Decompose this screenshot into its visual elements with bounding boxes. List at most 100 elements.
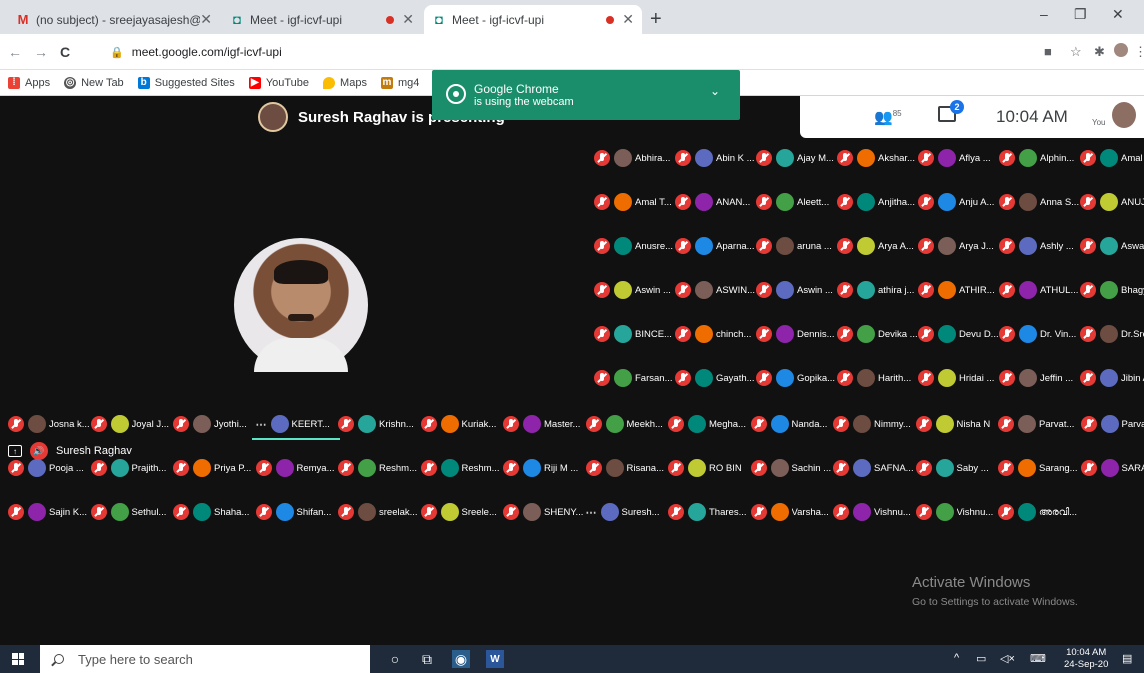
bookmark-new-tab[interactable]: ◎ New Tab <box>64 76 124 89</box>
participant-tile[interactable]: chinch... <box>675 324 751 344</box>
participant-tile[interactable]: Aleett... <box>756 192 829 212</box>
taskbar-clock[interactable]: 10:04 AM 24-Sep-20 <box>1064 647 1108 671</box>
participant-tile[interactable]: aruna ... <box>756 236 832 256</box>
participant-tile[interactable]: Hridai ... <box>918 368 994 388</box>
close-window-button[interactable]: ✕ <box>1112 6 1124 23</box>
participant-tile[interactable]: Gayath... <box>675 368 755 388</box>
participant-tile[interactable]: Arya A... <box>837 236 914 256</box>
participant-tile[interactable]: Sachin ... <box>750 458 831 478</box>
participant-tile[interactable]: Risana... <box>585 458 664 478</box>
notifications-icon[interactable]: ▤ <box>1122 652 1132 665</box>
participant-tile[interactable]: Josna k... <box>8 414 90 434</box>
menu-icon[interactable]: ⋮ <box>1134 44 1144 60</box>
participant-tile[interactable]: Amal T... <box>594 192 672 212</box>
participant-tile[interactable]: Sethul... <box>90 502 166 522</box>
participant-tile[interactable]: Shifan... <box>255 502 331 522</box>
windows-start-icon[interactable] <box>12 653 24 665</box>
bookmark-apps[interactable]: ⁞ Apps <box>8 76 50 89</box>
bookmark-suggested-sites[interactable]: b Suggested Sites <box>137 76 235 89</box>
camera-icon[interactable]: ■ <box>1044 44 1052 59</box>
participant-tile[interactable]: Devu D... <box>918 324 999 344</box>
keyboard-icon[interactable]: ⌨ <box>1030 652 1046 665</box>
participant-tile[interactable]: Dr.Sree <box>1080 324 1144 344</box>
participant-tile[interactable]: Meekh... <box>585 414 663 434</box>
participant-tile[interactable]: Joyal J... <box>90 414 169 434</box>
participant-tile[interactable]: Abin K ... <box>675 148 755 168</box>
taskbar-search[interactable]: Type here to search <box>40 645 370 673</box>
participant-tile[interactable]: Shaha... <box>173 502 249 522</box>
tray-chevron-icon[interactable]: ^ <box>954 652 959 664</box>
extensions-icon[interactable]: ✱ <box>1094 44 1105 60</box>
minimize-button[interactable]: – <box>1040 6 1048 22</box>
task-view-icon[interactable]: ⧉ <box>418 650 436 668</box>
participant-tile[interactable]: Sarang... <box>998 458 1078 478</box>
participant-tile[interactable]: Reshm... <box>338 458 417 478</box>
participant-tile[interactable]: Nanda... <box>750 414 827 434</box>
participant-tile[interactable]: Devika ... <box>837 324 918 344</box>
battery-icon[interactable]: ▭ <box>976 652 986 665</box>
participant-tile[interactable]: Jeffin ... <box>999 368 1073 388</box>
participant-tile[interactable]: ATHUL... <box>999 280 1078 300</box>
participant-tile[interactable]: Sajin K... <box>8 502 87 522</box>
participant-tile[interactable]: Aflya ... <box>918 148 991 168</box>
self-avatar[interactable] <box>1112 102 1136 128</box>
participant-tile[interactable]: Anna S... <box>999 192 1079 212</box>
participant-tile[interactable]: Anusre... <box>594 236 673 256</box>
participant-tile[interactable]: Prajith... <box>90 458 166 478</box>
chrome-taskbar-icon[interactable]: ◉ <box>452 650 470 668</box>
bookmark-mg4[interactable]: m mg4 <box>380 76 419 89</box>
participant-tile[interactable]: Jibin A <box>1080 368 1144 388</box>
participant-tile[interactable]: ATHIR... <box>918 280 995 300</box>
reload-button[interactable]: C <box>60 44 70 60</box>
more-options-icon[interactable]: ⋯ <box>586 506 597 519</box>
participant-tile[interactable]: Aswin ... <box>594 280 671 300</box>
participant-tile[interactable]: Varsha... <box>750 502 829 522</box>
participant-tile[interactable]: Dennis... <box>756 324 835 344</box>
participant-tile[interactable]: Thares... <box>668 502 747 522</box>
participant-tile[interactable]: Ashly ... <box>999 236 1074 256</box>
maximize-button[interactable]: ❐ <box>1074 6 1087 23</box>
participant-tile[interactable]: ASWIN... <box>675 280 755 300</box>
chevron-down-icon[interactable]: ⌄ <box>710 84 720 98</box>
participant-tile[interactable]: Riji M ... <box>503 458 578 478</box>
word-taskbar-icon[interactable]: W <box>486 650 504 668</box>
participant-tile[interactable]: Ajay M... <box>756 148 834 168</box>
participant-tile[interactable]: Anjitha... <box>837 192 915 212</box>
tab-gmail[interactable]: M (no subject) - sreejayasajesh@gr ✕ <box>8 5 220 34</box>
forward-button[interactable]: → <box>34 44 48 60</box>
address-bar[interactable]: 🔒 meet.google.com/igf-icvf-upi <box>110 40 1010 64</box>
bookmark-maps[interactable]: Maps <box>323 76 367 89</box>
participant-tile[interactable]: ⋯ KEERT... <box>251 414 341 440</box>
participant-tile[interactable]: Nisha N <box>915 414 990 434</box>
tab-meet-2[interactable]: ◘ Meet - igf-icvf-upi ✕ <box>424 5 642 34</box>
participant-tile[interactable]: Kuriak... <box>420 414 496 434</box>
star-icon[interactable]: ☆ <box>1070 44 1082 60</box>
participant-tile[interactable]: Alphin... <box>999 148 1074 168</box>
participant-tile[interactable]: ⋯ Suresh... <box>586 502 660 522</box>
bookmark-youtube[interactable]: ▶ YouTube <box>248 76 309 89</box>
close-icon[interactable]: ✕ <box>200 11 212 28</box>
participant-tile[interactable]: അരവി... <box>998 502 1077 522</box>
participant-tile[interactable]: ANAN... <box>675 192 750 212</box>
participant-tile[interactable]: Abhira... <box>594 148 670 168</box>
participant-tile[interactable]: Anju A... <box>918 192 994 212</box>
participant-tile[interactable]: Arya J... <box>918 236 994 256</box>
back-button[interactable]: ← <box>8 44 22 60</box>
tab-meet-1[interactable]: ◘ Meet - igf-icvf-upi ✕ <box>222 5 422 34</box>
profile-avatar[interactable] <box>1114 43 1128 57</box>
cortana-icon[interactable]: ○ <box>386 650 404 668</box>
participant-tile[interactable]: Aswat <box>1080 236 1144 256</box>
participant-tile[interactable]: Remya... <box>255 458 335 478</box>
participant-tile[interactable]: Bhagy <box>1080 280 1144 300</box>
participant-tile[interactable]: RO BIN <box>668 458 742 478</box>
participant-tile[interactable]: Jyothi... <box>173 414 247 434</box>
participant-tile[interactable]: Megha... <box>668 414 746 434</box>
participant-tile[interactable]: Krishn... <box>338 414 414 434</box>
participant-tile[interactable]: Vishnu... <box>833 502 911 522</box>
participant-tile[interactable]: Parvat <box>1080 414 1144 434</box>
participant-tile[interactable]: Master... <box>503 414 580 434</box>
participant-tile[interactable]: BINCE... <box>594 324 672 344</box>
participant-tile[interactable]: Dr. Vin... <box>999 324 1076 344</box>
participant-tile[interactable]: ANUJ <box>1080 192 1144 212</box>
participant-tile[interactable]: SHENY... <box>503 502 583 522</box>
